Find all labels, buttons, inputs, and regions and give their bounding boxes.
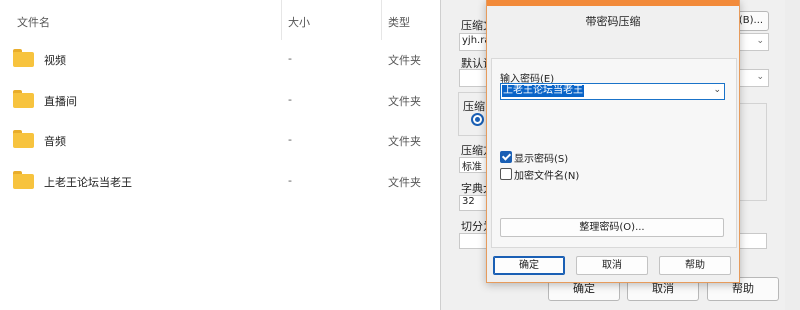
folder-icon [13,171,34,189]
file-row-audio[interactable]: 音频 - 文件夹 [0,120,440,160]
ok-button[interactable]: 确定 [493,256,565,275]
chevron-down-icon: ⌄ [756,72,764,82]
split-unit-select[interactable] [739,233,767,249]
encrypt-filenames-checkbox[interactable] [500,168,512,180]
column-header-type[interactable]: 类型 [388,14,410,30]
file-size: - [288,52,292,65]
compression-method-value: 标准 [462,162,482,173]
options-group [739,103,767,201]
dictionary-size-value: 32 [462,196,475,207]
file-type: 文件夹 [388,54,421,67]
folder-icon [13,49,34,67]
file-row-forum[interactable]: 上老王论坛当老王 - 文件夹 [0,161,440,201]
cancel-button[interactable]: 取消 [576,256,648,275]
column-separator[interactable] [381,0,382,40]
dialog-title-bar[interactable] [487,0,739,6]
file-name: 音频 [44,135,66,148]
format-radio-selected[interactable] [471,113,484,126]
organize-passwords-button[interactable]: 整理密码(O)... [500,218,724,237]
archive-name-dropdown[interactable]: ⌄ [739,33,769,51]
background-window-edge [785,0,800,310]
column-header-name[interactable]: 文件名 [17,14,50,30]
password-value: 上老王论坛当老王 [502,85,584,97]
password-input[interactable]: 上老王论坛当老王 ⌄ [500,83,725,100]
profile-dropdown-right[interactable]: ⌄ [739,69,769,87]
chevron-down-icon[interactable]: ⌄ [713,85,721,95]
show-password-label: 显示密码(S) [514,154,569,165]
file-explorer: 文件名 大小 类型 视频 - 文件夹 直播间 - 文件夹 音频 - 文件夹 上老… [0,0,440,310]
compression-group-label: 压缩 [463,98,485,114]
file-type: 文件夹 [388,95,421,108]
encrypt-filenames-label: 加密文件名(N) [514,171,580,182]
show-password-checkbox[interactable] [500,151,512,163]
column-separator[interactable] [281,0,282,40]
column-header-size[interactable]: 大小 [288,14,310,30]
file-type: 文件夹 [388,135,421,148]
file-size: - [288,133,292,146]
file-name: 直播间 [44,95,77,108]
file-row-live-room[interactable]: 直播间 - 文件夹 [0,80,440,120]
help-button[interactable]: 帮助 [659,256,731,275]
folder-icon [13,90,34,108]
file-name: 上老王论坛当老王 [44,176,132,189]
password-dialog: 带密码压缩 输入密码(E) 上老王论坛当老王 ⌄ 显示密码(S) 加密文件名(N… [486,0,740,283]
file-name: 视频 [44,54,66,67]
file-type: 文件夹 [388,176,421,189]
file-row-videos[interactable]: 视频 - 文件夹 [0,39,440,79]
folder-icon [13,130,34,148]
chevron-down-icon: ⌄ [756,36,764,46]
file-size: - [288,93,292,106]
file-size: - [288,174,292,187]
dialog-title: 带密码压缩 [585,15,641,28]
